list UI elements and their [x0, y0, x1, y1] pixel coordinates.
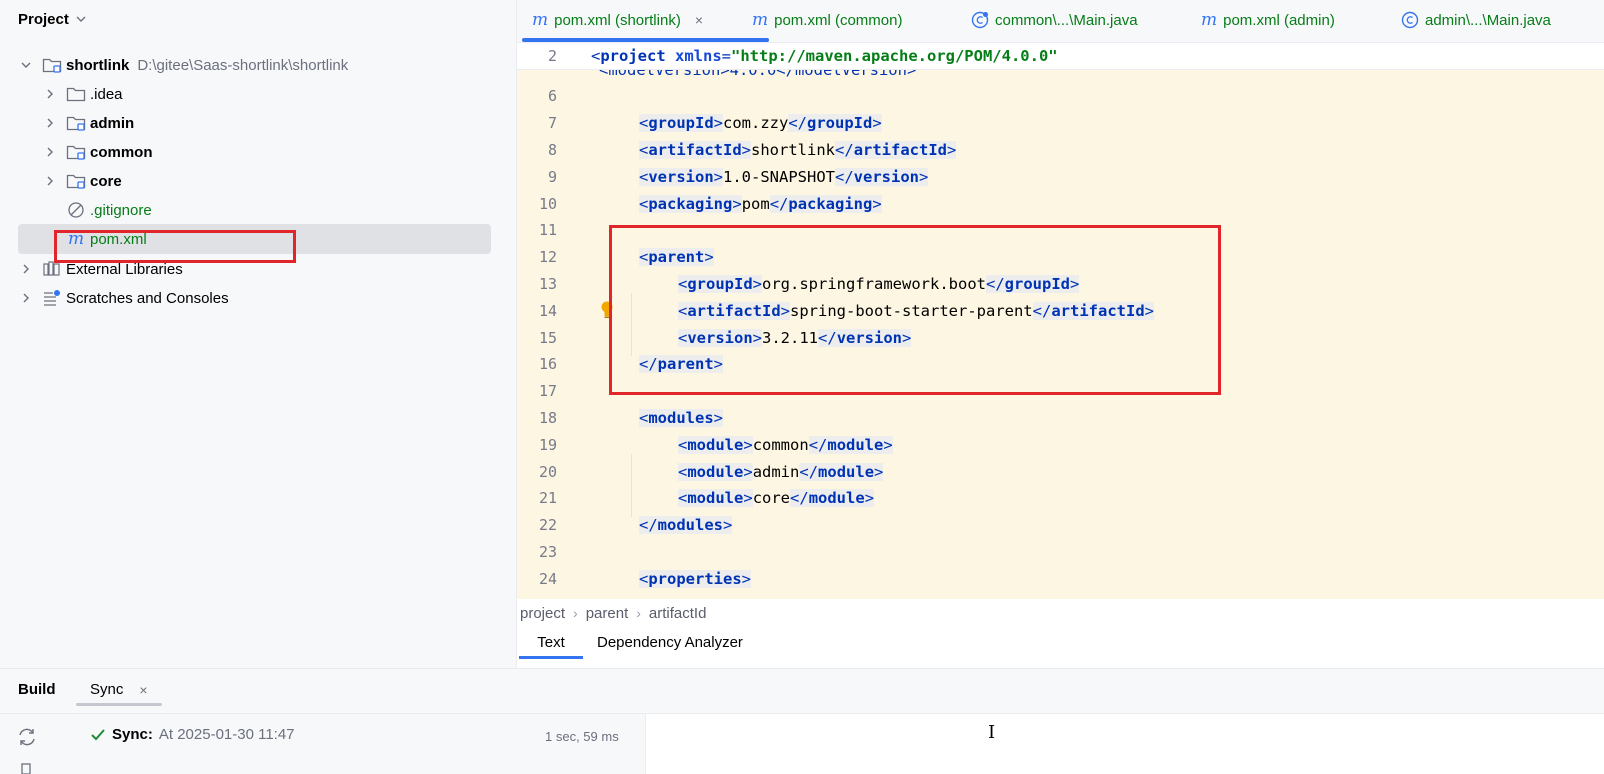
build-panel: Build Sync × Sync: At 2025-01-30 11:47 1… [0, 668, 1604, 774]
line-number: 2 [547, 47, 557, 65]
maven-icon: m [532, 10, 549, 30]
tree-item-idea[interactable]: .idea [42, 79, 526, 109]
tab-label: admin\...\Main.java [1425, 11, 1551, 29]
tab-text[interactable]: Text [519, 634, 583, 659]
editor: m pom.xml (shortlink) × m pom.xml (commo… [517, 0, 1604, 669]
tab-pom-shortlink[interactable]: m pom.xml (shortlink) × [522, 0, 769, 42]
chevron-right-icon[interactable] [42, 144, 58, 160]
text-cursor-icon: I [988, 722, 996, 743]
build-tree: Sync: At 2025-01-30 11:47 1 sec, 59 ms [0, 713, 645, 774]
folder-icon [66, 84, 86, 104]
code-line-21: <module>core</module> [678, 489, 875, 507]
breadcrumb-parent[interactable]: parent [586, 605, 629, 622]
code-line-20: <module>admin</module> [678, 463, 884, 481]
project-view-selector[interactable]: Project [18, 8, 87, 30]
sync-status-label: Sync: [112, 726, 153, 743]
close-icon[interactable]: × [695, 12, 703, 28]
chevron-right-icon[interactable] [42, 86, 58, 102]
active-tab-indicator [522, 38, 769, 42]
code-line-18: <modules> [639, 409, 724, 427]
chevron-down-icon[interactable] [18, 57, 34, 73]
project-title: Project [18, 10, 69, 28]
tree-item-label: admin [90, 114, 135, 132]
maven-icon: m [1201, 10, 1218, 30]
tree-item-core[interactable]: core [42, 166, 526, 196]
chevron-down-icon [76, 16, 86, 22]
close-icon[interactable]: × [139, 682, 147, 698]
tree-item-admin[interactable]: admin [42, 108, 526, 138]
sync-status-row[interactable]: Sync: At 2025-01-30 11:47 [90, 726, 295, 743]
code-line-24: <properties> [639, 570, 752, 588]
module-folder-icon [66, 113, 86, 133]
indent-guide [631, 454, 632, 517]
root-name: shortlink [66, 56, 130, 74]
active-tab-indicator [519, 656, 583, 659]
tab-label: pom.xml (admin) [1223, 11, 1335, 29]
root-path: D:\gitee\Saas-shortlink\shortlink [137, 56, 349, 74]
sync-duration: 1 sec, 59 ms [545, 729, 619, 744]
active-tab-indicator [76, 703, 162, 706]
build-console[interactable]: I [645, 713, 1604, 774]
tree-item-label: common [90, 143, 153, 161]
tree-item-label: External Libraries [66, 260, 183, 278]
code-editor[interactable]: <modelVersion>4.0.0</modelVersion> 2 <pr… [517, 43, 1604, 599]
tab-common-main[interactable]: common\...\Main.java [971, 0, 1138, 40]
chevron-right-icon[interactable] [42, 173, 58, 189]
module-folder-icon [66, 142, 86, 162]
maven-icon: m [752, 10, 769, 30]
tree-item-scratches[interactable]: Scratches and Consoles [18, 283, 502, 313]
chevron-right-icon[interactable] [18, 261, 34, 277]
tab-pom-common[interactable]: m pom.xml (common) [752, 0, 902, 40]
chevron-right-icon: › [636, 605, 641, 621]
sticky-line: 2 <project xmlns="http://maven.apache.or… [517, 43, 1604, 70]
scratches-icon [42, 288, 62, 308]
highlight-box-parent [609, 225, 1221, 395]
tab-label: pom.xml (shortlink) [554, 11, 681, 29]
breadcrumb-project[interactable]: project [520, 605, 565, 622]
chevron-right-icon: › [573, 605, 578, 621]
build-panel-title: Build [18, 681, 56, 698]
java-class-icon [971, 11, 989, 29]
code-line-9: <version>1.0-SNAPSHOT</version> [639, 168, 929, 186]
ignored-file-icon [66, 200, 86, 220]
tab-label: pom.xml (common) [774, 11, 903, 29]
sync-status-text: At 2025-01-30 11:47 [158, 726, 295, 743]
code-line-10: <packaging>pom</packaging> [639, 195, 882, 213]
library-icon [42, 259, 62, 279]
tree-item-label: .gitignore [90, 201, 152, 219]
java-class-icon [1401, 11, 1419, 29]
tab-label: common\...\Main.java [995, 11, 1138, 29]
tree-item-label: .idea [90, 85, 123, 103]
stop-icon[interactable] [20, 762, 34, 774]
tab-pom-admin[interactable]: m pom.xml (admin) [1201, 0, 1335, 40]
tree-item-label: Scratches and Consoles [66, 289, 229, 307]
tree-item-label: core [90, 172, 122, 190]
sync-icon[interactable] [16, 726, 38, 748]
breadcrumb-artifactid[interactable]: artifactId [649, 605, 707, 622]
tab-admin-main[interactable]: admin\...\Main.java [1401, 0, 1551, 40]
code-line-22: </modules> [639, 516, 733, 534]
editor-tab-bar: m pom.xml (shortlink) × m pom.xml (commo… [517, 0, 1604, 43]
tab-label: Sync [90, 681, 124, 698]
tab-sync[interactable]: Sync × [90, 681, 148, 698]
module-folder-icon [42, 55, 62, 75]
module-folder-icon [66, 171, 86, 191]
check-icon [91, 728, 105, 740]
code-line-19: <module>common</module> [678, 436, 893, 454]
code-line-7: <groupId>com.zzy</groupId> [639, 114, 882, 132]
tree-item-gitignore[interactable]: .gitignore [42, 195, 526, 225]
chevron-right-icon[interactable] [18, 290, 34, 306]
breadcrumb: project › parent › artifactId [517, 599, 1604, 627]
tree-root-shortlink[interactable]: shortlink D:\gitee\Saas-shortlink\shortl… [18, 50, 502, 80]
tree-item-common[interactable]: common [42, 137, 526, 167]
tree-item-external-libraries[interactable]: External Libraries [18, 254, 502, 284]
editor-mode-tabs: Text Dependency Analyzer [517, 627, 1604, 669]
tab-dependency-analyzer[interactable]: Dependency Analyzer [597, 634, 743, 651]
chevron-right-icon[interactable] [42, 115, 58, 131]
sticky-code: <project xmlns="http://maven.apache.org/… [591, 47, 1058, 65]
code-line-8: <artifactId>shortlink</artifactId> [639, 141, 957, 159]
project-panel: Project shortlink D:\gitee\Saas-shortlin… [0, 0, 517, 668]
